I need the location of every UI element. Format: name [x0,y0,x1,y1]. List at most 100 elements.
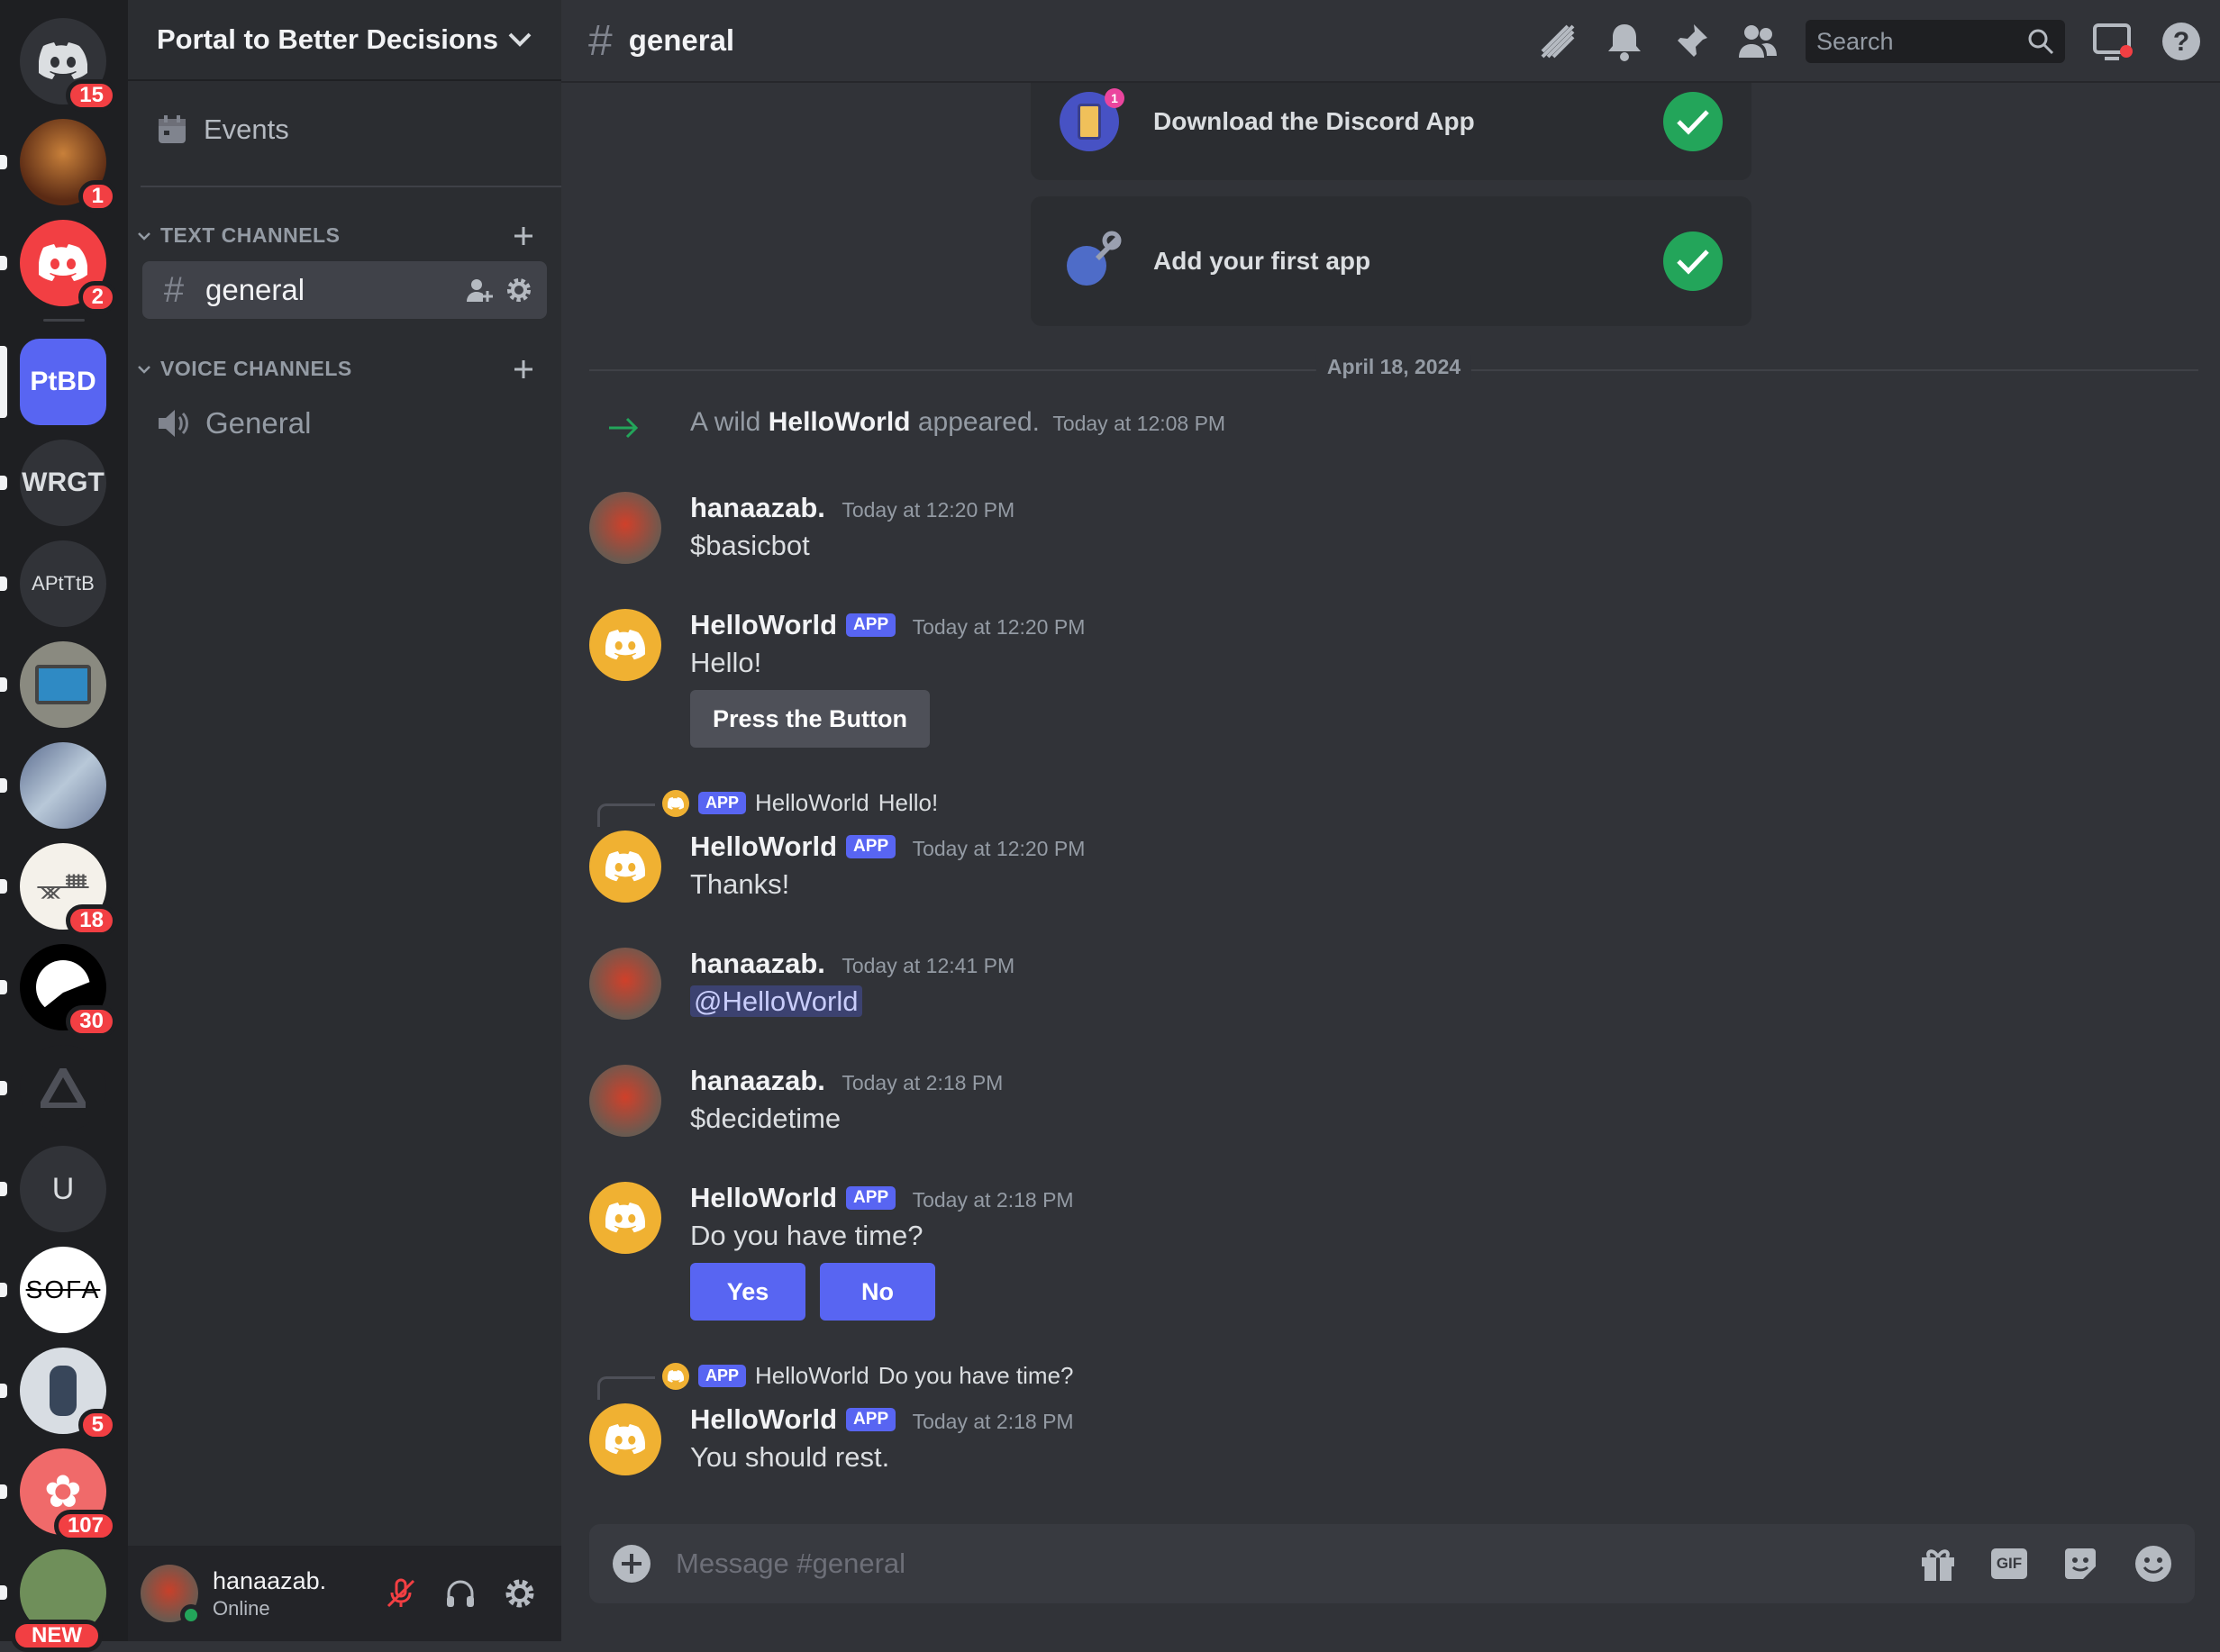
reply-spine [597,1376,655,1400]
search-icon [2028,29,2054,55]
gift-icon[interactable] [1919,1545,1957,1583]
add-attachment-icon[interactable] [611,1543,652,1584]
invite-icon[interactable] [466,277,493,304]
message: HelloWorld APP Today at 2:18 PM You shoul… [589,1403,2202,1484]
date-divider: April 18, 2024 [589,355,2198,379]
server-icon[interactable] [0,1045,106,1131]
category-voice-channels[interactable]: VOICE CHANNELS [137,357,534,381]
message: HelloWorld APP Today at 2:18 PM Do you ha… [589,1182,2202,1326]
bot-mini-avatar [662,1362,689,1390]
message-author[interactable]: HelloWorld [690,1182,837,1213]
pin-icon[interactable] [1670,22,1710,61]
message-author[interactable]: HelloWorld [690,609,837,640]
rail-separator [43,319,85,322]
user-avatar[interactable] [589,1065,661,1137]
discord-logo-icon [39,42,87,79]
bot-avatar[interactable] [589,831,661,903]
server-icon[interactable]: 2 [0,220,117,313]
events-link[interactable]: Events [157,113,289,146]
user-status: Online [213,1596,270,1620]
app-tag: APP [846,613,896,637]
username: hanaazab. [213,1566,327,1594]
onboarding-add-app-card[interactable]: Add your first app [1031,196,1751,326]
server-icon-aptb[interactable]: APtTtB [0,540,106,627]
server-icon[interactable]: 30 [0,944,117,1038]
message: hanaazab. Today at 12:20 PM $basicbot [589,492,2202,573]
avatar[interactable] [141,1565,202,1626]
reply-preview[interactable]: APP HelloWorld Do you have time? [662,1362,1074,1390]
reply-spine [597,803,655,827]
message-composer: Message #general GIF [589,1524,2195,1603]
user-avatar[interactable] [589,492,661,564]
server-icon[interactable]: NEW [0,1549,106,1652]
home-button[interactable]: 15 [20,18,117,112]
yes-button[interactable]: Yes [690,1263,805,1321]
triangle-logo-icon [41,1068,86,1108]
calendar-icon [159,115,186,143]
member-list-icon[interactable] [1737,23,1779,59]
channel-header: # general Search ? [561,0,2220,83]
help-icon[interactable]: ? [2161,21,2202,62]
server-icon[interactable] [0,742,106,829]
emoji-icon[interactable] [2134,1544,2173,1584]
headphones-icon[interactable] [444,1577,477,1610]
join-username[interactable]: HelloWorld [769,407,911,437]
server-icon[interactable] [0,641,106,728]
bot-avatar[interactable] [589,1182,661,1254]
reply-preview[interactable]: APP HelloWorld Hello! [662,789,938,817]
user-settings-gear-icon[interactable] [504,1577,536,1610]
settings-gear-icon[interactable] [505,277,532,304]
bot-avatar[interactable] [589,1403,661,1475]
message-author[interactable]: hanaazab. [690,492,825,523]
unread-badge: 15 [66,79,117,112]
server-icon[interactable]: 5 [0,1348,117,1441]
hash-icon: # [588,16,613,65]
mic-muted-icon[interactable] [385,1577,417,1610]
sticker-icon[interactable] [2061,1545,2099,1583]
server-icon[interactable]: 1 [0,119,117,213]
message: hanaazab. Today at 12:41 PM @HelloWorld [589,948,2202,1029]
inbox-icon[interactable] [2092,23,2134,60]
bot-avatar[interactable] [589,609,661,681]
server-icon-ptbd[interactable]: PtBD [0,339,106,425]
message-content: You should rest. [690,1441,890,1473]
message-content: Hello! [690,647,762,678]
unread-badge: 2 [77,281,117,313]
server-icon-u[interactable]: U [0,1146,106,1232]
add-channel-icon[interactable] [513,359,534,380]
server-name: Portal to Better Decisions [157,23,498,55]
new-badge: NEW [11,1620,103,1652]
user-mention[interactable]: @HelloWorld [690,985,862,1017]
unread-badge: 18 [66,904,117,937]
server-icon-wrgt[interactable]: WRGT [0,440,106,526]
message-author[interactable]: HelloWorld [690,1403,837,1435]
category-text-channels[interactable]: TEXT CHANNELS [137,223,534,248]
notification-bell-icon[interactable] [1606,21,1643,62]
gif-button[interactable]: GIF [1991,1548,2027,1579]
no-button[interactable]: No [820,1263,935,1321]
user-panel: hanaazab. Online [128,1546,561,1641]
system-join-message: A wild HelloWorld appeared. Today at 12:… [589,407,2202,452]
message-author[interactable]: hanaazab. [690,1065,825,1096]
message-author[interactable]: HelloWorld [690,831,837,862]
threads-icon[interactable] [1537,21,1579,62]
user-avatar[interactable] [589,948,661,1020]
check-icon [1663,92,1723,151]
server-header[interactable]: Portal to Better Decisions [128,0,561,81]
server-icon-sofa[interactable]: SOFA [0,1247,106,1333]
discord-logo-icon [605,1203,645,1233]
channel-title: general [628,23,735,57]
server-icon[interactable]: ᚘᚙ 18 [0,843,117,937]
add-channel-icon[interactable] [513,225,534,247]
search-input[interactable]: Search [1806,20,2065,63]
message-input[interactable]: Message #general [676,1548,1919,1580]
server-icon[interactable]: ✿ 107 [0,1448,117,1542]
voice-channel-general[interactable]: General [142,395,547,452]
chat-area: # general Search ? 1 Download the Discor… [561,0,2220,1641]
unread-badge: 30 [66,1005,117,1038]
channel-general[interactable]: # general [142,261,547,319]
press-the-button[interactable]: Press the Button [690,690,930,748]
message-author[interactable]: hanaazab. [690,948,825,979]
discord-logo-icon [605,851,645,882]
message: HelloWorld APP Today at 12:20 PM Thanks! [589,831,2202,912]
